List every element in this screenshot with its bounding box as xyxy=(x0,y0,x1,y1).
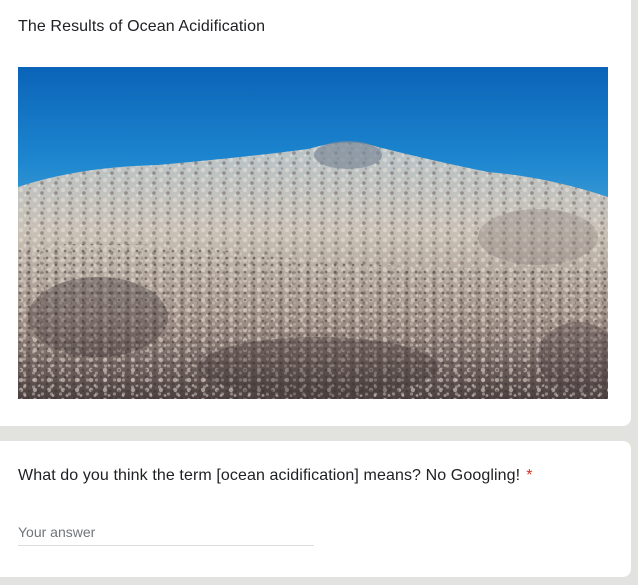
coral-reef-photo-illustration xyxy=(18,67,608,399)
question-text: What do you think the term [ocean acidif… xyxy=(18,467,521,484)
required-asterisk: * xyxy=(526,467,533,484)
coral-reef-image xyxy=(18,67,608,399)
image-title: The Results of Ocean Acidification xyxy=(18,18,266,35)
answer-field-container xyxy=(18,521,314,546)
image-item-card: The Results of Ocean Acidification xyxy=(0,0,631,426)
question-item-card: What do you think the term [ocean acidif… xyxy=(0,441,631,577)
answer-input[interactable] xyxy=(18,521,314,543)
question-title: What do you think the term [ocean acidif… xyxy=(18,467,533,485)
